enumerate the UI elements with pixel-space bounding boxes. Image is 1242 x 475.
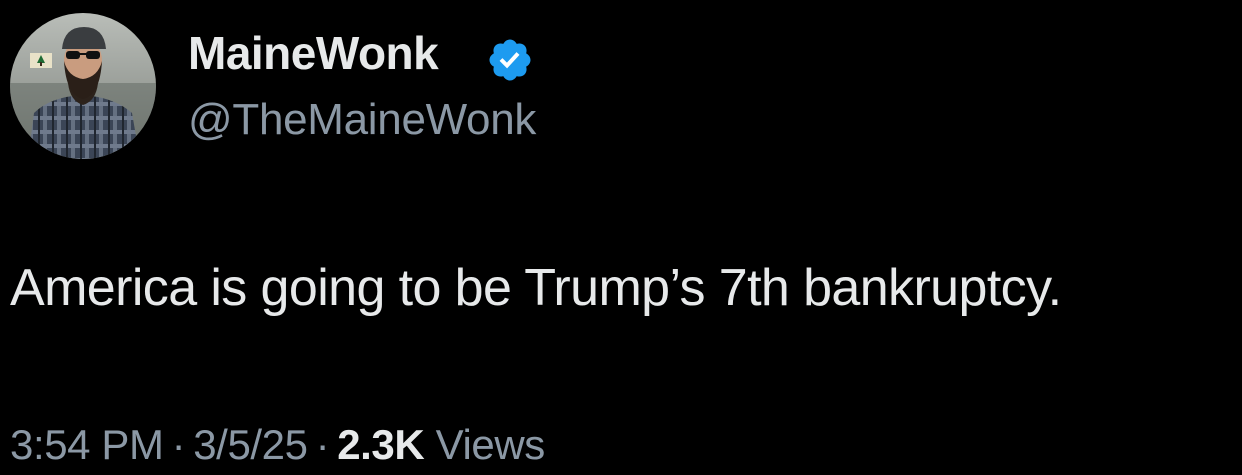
verified-badge-icon[interactable] [486, 36, 534, 84]
separator: · [171, 421, 186, 468]
views-count: 2.3K [337, 421, 425, 468]
tweet-card: MaineWonk @TheMaineWonk America is going… [0, 0, 1242, 475]
tweet-date[interactable]: 3/5/25 [193, 421, 308, 468]
tweet-metadata: 3:54 PM · 3/5/25 · 2.3K Views [10, 424, 545, 466]
user-handle[interactable]: @TheMaineWonk [188, 98, 536, 142]
avatar-image [10, 13, 156, 159]
separator: · [315, 421, 330, 468]
tweet-text: America is going to be Trump’s 7th bankr… [10, 259, 1062, 317]
tweet-time[interactable]: 3:54 PM [10, 421, 164, 468]
display-name[interactable]: MaineWonk [188, 30, 439, 76]
avatar[interactable] [10, 13, 156, 159]
views-label: Views [435, 421, 546, 468]
